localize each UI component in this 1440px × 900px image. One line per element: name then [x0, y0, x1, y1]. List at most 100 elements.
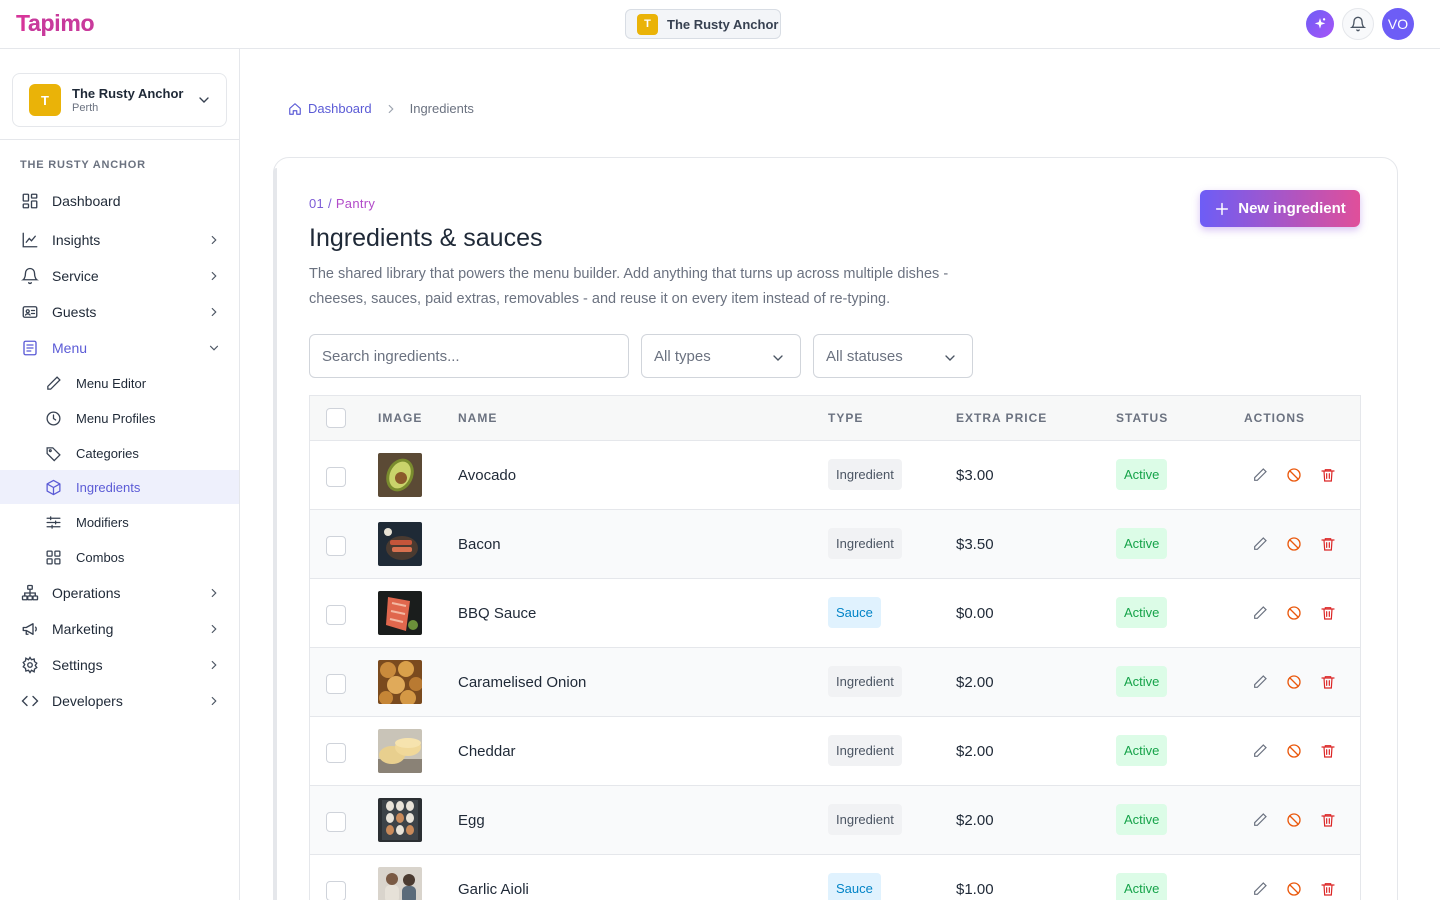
ingredient-image	[378, 522, 422, 566]
status-filter-select[interactable]: All statuses	[813, 334, 973, 378]
table-row[interactable]: Cheddar Ingredient $2.00 Active	[310, 717, 1360, 786]
tapimo-logo[interactable]: Tapimo	[16, 10, 95, 37]
trash-icon[interactable]	[1320, 536, 1336, 552]
chevron-down-icon	[945, 355, 955, 361]
breadcrumb-current: Ingredients	[409, 101, 474, 116]
venue-switcher-pill[interactable]: T The Rusty Anchor	[625, 9, 781, 39]
edit-icon[interactable]	[1252, 605, 1268, 621]
edit-icon[interactable]	[1252, 743, 1268, 759]
edit-icon[interactable]	[1252, 674, 1268, 690]
trash-icon[interactable]	[1320, 743, 1336, 759]
eyebrow-section: Pantry	[335, 196, 376, 211]
table-row[interactable]: Garlic Aioli Sauce $1.00 Active	[310, 855, 1360, 900]
table-row[interactable]: Avocado Ingredient $3.00 Active	[310, 441, 1360, 510]
sidebar-subitem-ingredients[interactable]: Ingredients	[0, 470, 239, 504]
disable-icon[interactable]	[1286, 467, 1302, 483]
trash-icon[interactable]	[1320, 605, 1336, 621]
disable-icon[interactable]	[1286, 605, 1302, 621]
trash-icon[interactable]	[1320, 812, 1336, 828]
sidebar-item-dashboard[interactable]: Dashboard	[0, 184, 239, 218]
type-badge: Ingredient	[828, 528, 902, 559]
sidebar-item-operations[interactable]: Operations	[0, 576, 239, 610]
ingredient-image	[378, 867, 422, 900]
type-badge: Ingredient	[828, 735, 902, 766]
trash-icon[interactable]	[1320, 467, 1336, 483]
venue-initial-badge: T	[29, 84, 61, 116]
table-row[interactable]: Egg Ingredient $2.00 Active	[310, 786, 1360, 855]
table-row[interactable]: Caramelised Onion Ingredient $2.00 Activ…	[310, 648, 1360, 717]
edit-icon[interactable]	[1252, 467, 1268, 483]
sidebar-subitem-label: Ingredients	[76, 479, 141, 495]
sidebar-subitem-menu-profiles[interactable]: Menu Profiles	[0, 401, 239, 435]
chevron-right-icon	[211, 307, 217, 317]
ingredient-image	[378, 453, 422, 497]
breadcrumb: Dashboard Ingredients	[288, 101, 474, 116]
search-input[interactable]: Search ingredients...	[309, 334, 629, 378]
disable-icon[interactable]	[1286, 536, 1302, 552]
sliders-icon	[46, 516, 61, 529]
sidebar-subitem-combos[interactable]: Combos	[0, 540, 239, 574]
chart-icon	[22, 232, 38, 248]
table-row[interactable]: Bacon Ingredient $3.50 Active	[310, 510, 1360, 579]
sidebar-subitem-modifiers[interactable]: Modifiers	[0, 505, 239, 539]
row-checkbox[interactable]	[326, 467, 346, 487]
disable-icon[interactable]	[1286, 674, 1302, 690]
sidebar-item-insights[interactable]: Insights	[0, 223, 239, 257]
menu-book-icon	[23, 340, 37, 356]
chevron-right-icon	[211, 696, 217, 706]
column-header-type[interactable]: TYPE	[828, 411, 863, 425]
edit-icon[interactable]	[1252, 881, 1268, 897]
venue-name: The Rusty Anchor	[667, 16, 779, 32]
breadcrumb-home-link[interactable]: Dashboard	[288, 101, 372, 116]
disable-icon[interactable]	[1286, 743, 1302, 759]
type-filter-select[interactable]: All types	[641, 334, 801, 378]
ai-assistant-button[interactable]	[1306, 10, 1334, 38]
notifications-button[interactable]	[1342, 8, 1374, 40]
disable-icon[interactable]	[1286, 812, 1302, 828]
row-checkbox[interactable]	[326, 812, 346, 832]
sidebar-subitem-categories[interactable]: Categories	[0, 436, 239, 470]
sidebar-item-menu[interactable]: Menu	[0, 331, 239, 365]
table-row[interactable]: BBQ Sauce Sauce $0.00 Active	[310, 579, 1360, 648]
select-all-checkbox[interactable]	[326, 408, 346, 428]
sidebar-item-marketing[interactable]: Marketing	[0, 612, 239, 646]
sidebar-item-service[interactable]: Service	[0, 259, 239, 293]
status-badge: Active	[1116, 597, 1168, 628]
sidebar-item-label: Menu	[52, 340, 88, 356]
row-checkbox[interactable]	[326, 881, 346, 900]
edit-icon[interactable]	[1252, 536, 1268, 552]
sidebar-divider	[0, 139, 239, 140]
extra-price: $3.50	[956, 536, 994, 553]
sidebar-item-settings[interactable]: Settings	[0, 648, 239, 682]
row-checkbox[interactable]	[326, 674, 346, 694]
grid-icon	[46, 550, 61, 565]
column-header-name[interactable]: NAME	[458, 411, 497, 425]
ingredient-name: BBQ Sauce	[458, 605, 537, 622]
column-header-image: IMAGE	[378, 411, 423, 425]
org-chart-icon	[21, 584, 39, 601]
pencil-icon	[47, 376, 61, 390]
sidebar-item-label: Marketing	[52, 621, 114, 637]
logo-text: apimo	[28, 10, 95, 36]
column-header-status[interactable]: STATUS	[1116, 411, 1168, 425]
sidebar-subitem-menu-editor[interactable]: Menu Editor	[0, 366, 239, 400]
row-checkbox[interactable]	[326, 536, 346, 556]
column-header-extra-price[interactable]: EXTRA PRICE	[956, 411, 1047, 425]
chevron-down-icon	[199, 97, 209, 103]
ingredient-name: Egg	[458, 812, 485, 829]
trash-icon[interactable]	[1320, 674, 1336, 690]
new-ingredient-button[interactable]: New ingredient	[1200, 190, 1360, 227]
trash-icon[interactable]	[1320, 881, 1336, 897]
type-badge: Sauce	[828, 873, 881, 900]
status-filter-value: All statuses	[826, 347, 903, 365]
bell-icon	[1350, 16, 1366, 32]
row-checkbox[interactable]	[326, 743, 346, 763]
tag-icon	[46, 447, 61, 462]
sidebar-item-guests[interactable]: Guests	[0, 295, 239, 329]
edit-icon[interactable]	[1252, 812, 1268, 828]
sidebar-item-developers[interactable]: Developers	[0, 684, 239, 718]
user-avatar[interactable]: VO	[1382, 8, 1414, 40]
venue-selector[interactable]: T The Rusty Anchor Perth	[12, 73, 227, 127]
row-checkbox[interactable]	[326, 605, 346, 625]
disable-icon[interactable]	[1286, 881, 1302, 897]
